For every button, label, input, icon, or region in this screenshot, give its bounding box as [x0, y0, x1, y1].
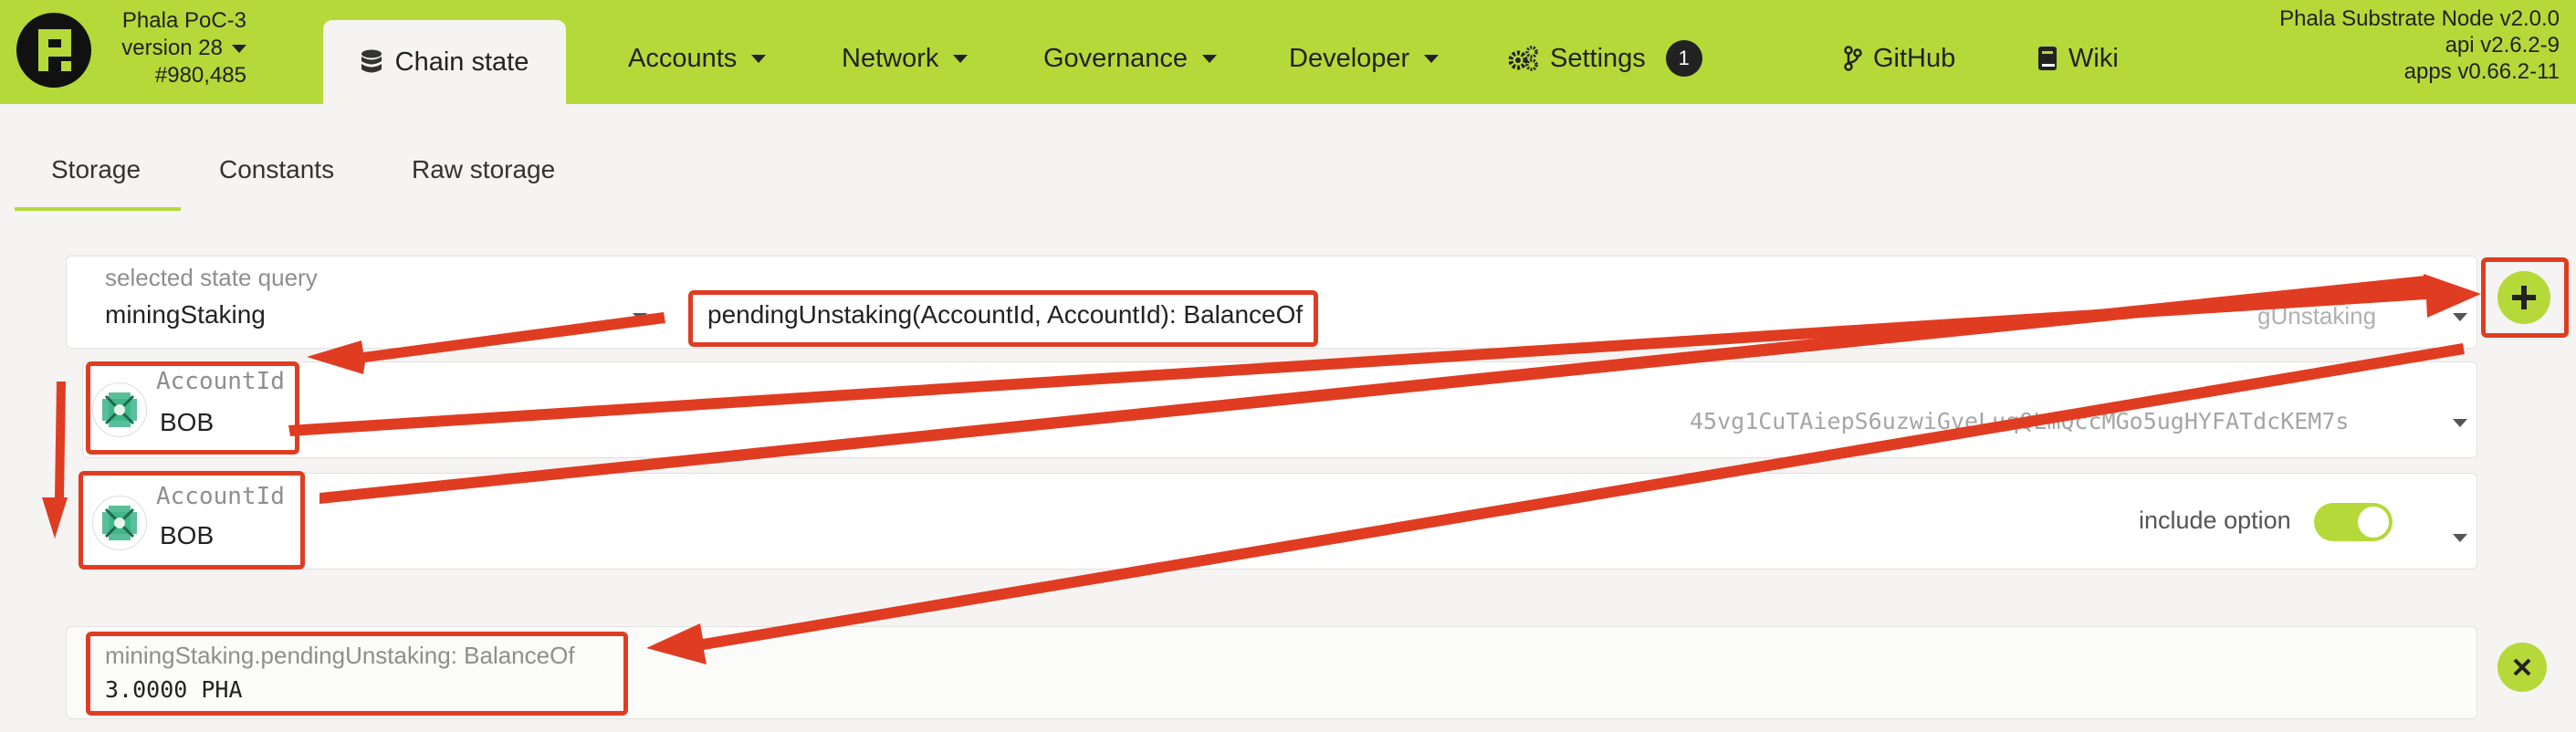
tab-chain-state-label: Chain state	[394, 47, 529, 77]
annotation-box-param-1	[86, 361, 299, 455]
chain-name: Phala PoC-3	[121, 8, 246, 33]
tab-chain-state[interactable]: Chain state	[323, 20, 566, 104]
nav-github-label: GitHub	[1873, 43, 1956, 73]
gears-icon	[1508, 46, 1539, 71]
nav-wiki[interactable]: Wiki	[2037, 37, 2119, 80]
chevron-down-icon	[232, 45, 246, 54]
method-select-overflow-text: gUnstaking	[2257, 302, 2377, 329]
annotation-box-param-2	[79, 471, 305, 570]
apps-version: apps v0.66.2-11	[2403, 59, 2560, 84]
subtab-storage[interactable]: Storage	[51, 155, 141, 184]
chevron-down-icon[interactable]	[633, 313, 647, 321]
chevron-down-icon[interactable]	[2453, 419, 2467, 427]
include-option-label: include option	[2139, 507, 2291, 534]
chevron-down-icon	[1202, 54, 1217, 63]
code-branch-icon	[1844, 46, 1862, 71]
nav-accounts-label: Accounts	[628, 43, 738, 73]
database-icon	[361, 49, 382, 75]
chevron-down-icon[interactable]	[2453, 313, 2467, 321]
best-block-number: #980,485	[154, 63, 246, 88]
chevron-down-icon	[751, 54, 767, 63]
nav-accounts[interactable]: Accounts	[628, 37, 767, 80]
nav-network[interactable]: Network	[842, 37, 969, 80]
chevron-down-icon	[1424, 54, 1440, 63]
module-select[interactable]: miningStaking	[105, 300, 266, 329]
nav-governance-label: Governance	[1043, 43, 1188, 73]
node-version: Phala Substrate Node v2.0.0	[2279, 6, 2560, 31]
state-query-label: selected state query	[105, 264, 318, 291]
chain-selector[interactable]: Phala PoC-3 version 28 #980,485	[100, 7, 246, 89]
toggle-knob	[2358, 507, 2389, 538]
nav-settings[interactable]: Settings 1	[1508, 37, 1702, 80]
book-icon	[2037, 46, 2058, 71]
nav-developer-label: Developer	[1289, 43, 1410, 73]
param-accountid-2[interactable]: AccountId BOB include option	[82, 473, 2477, 570]
account-address: 45vg1CuTAiepS6uzwiGveLuqQLmQccMGo5ugHYFA…	[1690, 408, 2350, 434]
nav-wiki-label: Wiki	[2068, 43, 2119, 73]
remove-result-button[interactable]	[2497, 643, 2547, 692]
node-info: Phala Substrate Node v2.0.0 api v2.6.2-9…	[2279, 5, 2560, 85]
chain-version: version 28	[121, 36, 223, 60]
close-icon	[2513, 658, 2531, 676]
subtab-constants[interactable]: Constants	[219, 155, 334, 184]
annotation-box-add-button	[2481, 257, 2569, 338]
nav-governance[interactable]: Governance	[1043, 37, 1217, 80]
nav-network-label: Network	[842, 43, 939, 73]
nav-settings-label: Settings	[1550, 43, 1646, 73]
arrow-down-left	[42, 382, 68, 539]
settings-badge: 1	[1665, 40, 1702, 77]
nav-github[interactable]: GitHub	[1844, 37, 1955, 80]
include-option-toggle[interactable]	[2314, 503, 2393, 541]
nav-developer[interactable]: Developer	[1289, 37, 1440, 80]
active-subtab-indicator	[15, 207, 181, 211]
top-navigation-bar: Phala PoC-3 version 28 #980,485 Chain st…	[0, 0, 2576, 104]
annotation-box-result	[86, 632, 628, 716]
chevron-down-icon	[953, 54, 969, 63]
api-version: api v2.6.2-9	[2445, 33, 2560, 58]
subtab-raw-storage[interactable]: Raw storage	[412, 155, 555, 184]
annotation-box-method	[688, 290, 1318, 347]
chevron-down-icon[interactable]	[2453, 534, 2467, 542]
phala-logo-icon[interactable]	[16, 13, 91, 88]
param-accountid-1[interactable]: AccountId BOB 45vg1CuTAiepS6uzwiGveLuqQL…	[82, 361, 2477, 458]
